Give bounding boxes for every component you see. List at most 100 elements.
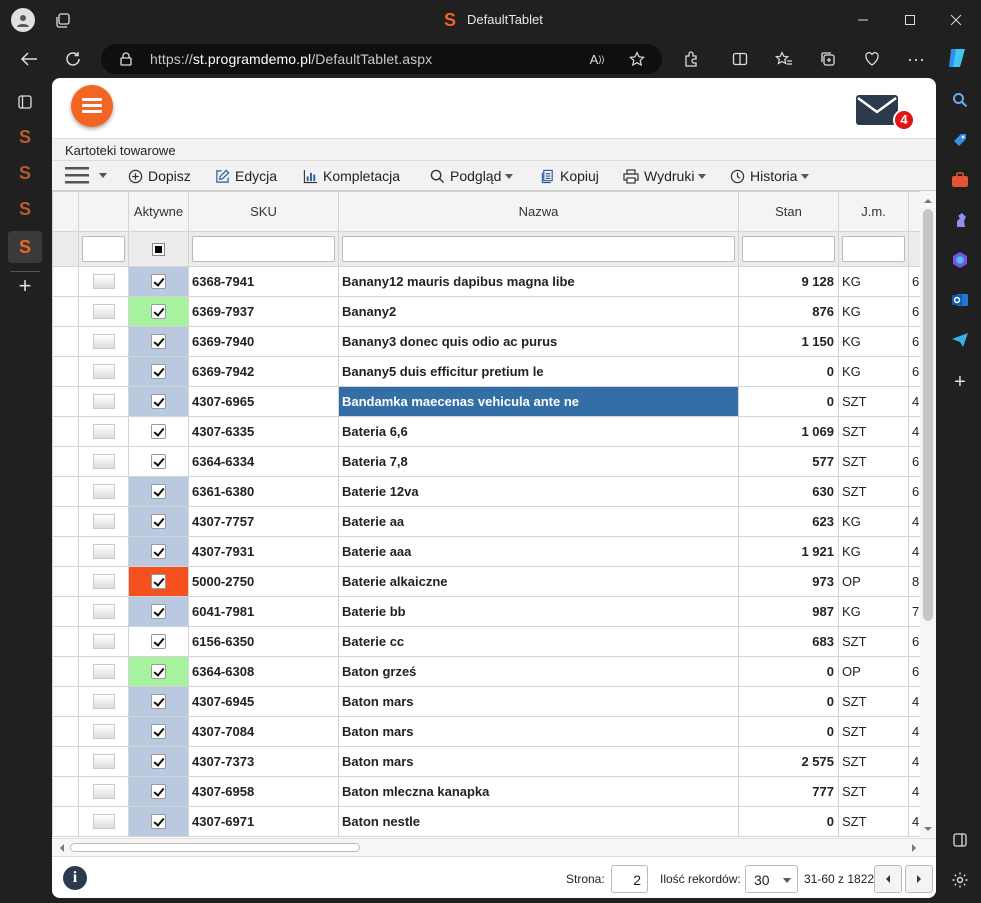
scrollbar-thumb[interactable]	[923, 209, 933, 621]
main-menu-button[interactable]	[71, 85, 113, 127]
table-row[interactable]: 4307-6958 Baton mleczna kanapka 777 SZT 4	[52, 776, 920, 807]
preview-dropdown-button[interactable]: Podgląd	[430, 167, 514, 185]
filter-checkbox[interactable]	[152, 242, 165, 256]
row-handle-cell[interactable]	[52, 386, 79, 417]
filter-nazwa-input[interactable]	[342, 236, 735, 262]
table-row[interactable]: 4307-7931 Baterie aaa 1 921 KG 4	[52, 536, 920, 567]
table-row[interactable]: 6369-7940 Banany3 donec quis odio ac puru…	[52, 326, 920, 357]
active-checkbox[interactable]	[151, 664, 166, 679]
row-active-cell[interactable]	[128, 716, 189, 747]
active-checkbox[interactable]	[151, 604, 166, 619]
lock-icon[interactable]	[113, 46, 139, 72]
kompletacja-button[interactable]: Kompletacja	[303, 167, 400, 185]
row-active-cell[interactable]	[128, 566, 189, 597]
tab-actions-icon[interactable]	[12, 89, 38, 115]
edit-button[interactable]: Edycja	[215, 167, 277, 185]
refresh-icon[interactable]	[60, 46, 86, 72]
shopping-tag-icon[interactable]	[948, 128, 972, 152]
row-handle-cell[interactable]	[52, 686, 79, 717]
filter-jm-input[interactable]	[842, 236, 905, 262]
row-active-cell[interactable]	[128, 326, 189, 357]
send-plane-icon[interactable]	[948, 328, 972, 352]
copilot-app-icon[interactable]	[948, 248, 972, 272]
filter-stan-input[interactable]	[742, 236, 835, 262]
games-chess-icon[interactable]	[948, 208, 972, 232]
outlook-icon[interactable]	[948, 288, 972, 312]
row-handle-cell[interactable]	[52, 476, 79, 507]
active-checkbox[interactable]	[151, 724, 166, 739]
row-active-cell[interactable]	[128, 746, 189, 777]
tab-favicon-icon[interactable]: S	[12, 160, 38, 186]
info-icon[interactable]: i	[63, 866, 87, 890]
table-row[interactable]: 6368-7941 Banany12 mauris dapibus magna l…	[52, 266, 920, 297]
active-checkbox[interactable]	[151, 514, 166, 529]
row-active-cell[interactable]	[128, 476, 189, 507]
active-checkbox[interactable]	[151, 274, 166, 289]
tab-favicon-icon[interactable]: S	[12, 196, 38, 222]
previous-page-button[interactable]	[874, 865, 902, 893]
row-active-cell[interactable]	[128, 656, 189, 687]
back-arrow-icon[interactable]	[16, 46, 42, 72]
row-handle-cell[interactable]	[52, 626, 79, 657]
history-dropdown-button[interactable]: Historia	[730, 167, 810, 185]
row-handle-cell[interactable]	[52, 566, 79, 597]
next-page-button[interactable]	[905, 865, 933, 893]
column-header-stan[interactable]: Stan	[738, 191, 839, 232]
active-checkbox[interactable]	[151, 814, 166, 829]
read-aloud-icon[interactable]: A))	[584, 46, 610, 72]
page-number-input[interactable]: 2	[611, 865, 648, 893]
split-screen-icon[interactable]	[727, 46, 753, 72]
column-menu-button[interactable]	[65, 166, 107, 184]
vertical-scrollbar[interactable]	[920, 191, 936, 838]
tab-favicon-icon[interactable]: S	[12, 124, 38, 150]
table-row[interactable]: 6361-6380 Baterie 12va 630 SZT 6	[52, 476, 920, 507]
row-handle-cell[interactable]	[52, 506, 79, 537]
favorite-star-icon[interactable]	[624, 46, 650, 72]
active-checkbox[interactable]	[151, 634, 166, 649]
collections-icon[interactable]	[815, 46, 841, 72]
extensions-icon[interactable]	[678, 46, 704, 72]
table-row[interactable]: 6041-7981 Baterie bb 987 KG 7	[52, 596, 920, 627]
address-bar[interactable]: https://st.programdemo.pl/DefaultTablet.…	[101, 44, 662, 74]
row-active-cell[interactable]	[128, 596, 189, 627]
row-active-cell[interactable]	[128, 776, 189, 807]
row-handle-cell[interactable]	[52, 806, 79, 837]
active-checkbox[interactable]	[151, 334, 166, 349]
column-header-nazwa[interactable]: Nazwa	[338, 191, 739, 232]
table-row[interactable]: 6369-7937 Banany2 876 KG 6	[52, 296, 920, 327]
column-header-aktywne[interactable]: Aktywne	[128, 191, 189, 232]
row-active-cell[interactable]	[128, 356, 189, 387]
active-checkbox[interactable]	[151, 364, 166, 379]
search-icon[interactable]	[948, 88, 972, 112]
row-handle-cell[interactable]	[52, 416, 79, 447]
row-handle-cell[interactable]	[52, 446, 79, 477]
row-handle-cell[interactable]	[52, 746, 79, 777]
active-checkbox[interactable]	[151, 394, 166, 409]
table-row[interactable]: 6369-7942 Banany5 duis efficitur pretium …	[52, 356, 920, 387]
active-checkbox[interactable]	[151, 784, 166, 799]
row-handle-cell[interactable]	[52, 266, 79, 297]
active-checkbox[interactable]	[151, 424, 166, 439]
minimize-icon[interactable]	[855, 12, 871, 28]
active-checkbox[interactable]	[151, 454, 166, 469]
favorites-icon[interactable]	[771, 46, 797, 72]
row-active-cell[interactable]	[128, 686, 189, 717]
active-tab-favicon-icon[interactable]: S	[8, 231, 42, 263]
copilot-icon[interactable]	[944, 45, 970, 71]
settings-gear-icon[interactable]	[948, 868, 972, 892]
horizontal-scrollbar[interactable]	[52, 838, 936, 856]
filter-input[interactable]	[82, 236, 125, 262]
table-row[interactable]: 6156-6350 Baterie cc 683 SZT 6	[52, 626, 920, 657]
row-active-cell[interactable]	[128, 386, 189, 417]
row-active-cell[interactable]	[128, 266, 189, 297]
tools-briefcase-icon[interactable]	[948, 168, 972, 192]
table-row[interactable]: 4307-6945 Baton mars 0 SZT 4	[52, 686, 920, 717]
table-row[interactable]: 6364-6334 Bateria 7,8 577 SZT 6	[52, 446, 920, 477]
row-handle-cell[interactable]	[52, 326, 79, 357]
row-active-cell[interactable]	[128, 506, 189, 537]
row-handle-cell[interactable]	[52, 656, 79, 687]
table-row[interactable]: 4307-7373 Baton mars 2 575 SZT 4	[52, 746, 920, 777]
sidebar-toggle-icon[interactable]	[948, 828, 972, 852]
row-active-cell[interactable]	[128, 626, 189, 657]
table-row[interactable]: 4307-6335 Bateria 6,6 1 069 SZT 4	[52, 416, 920, 447]
